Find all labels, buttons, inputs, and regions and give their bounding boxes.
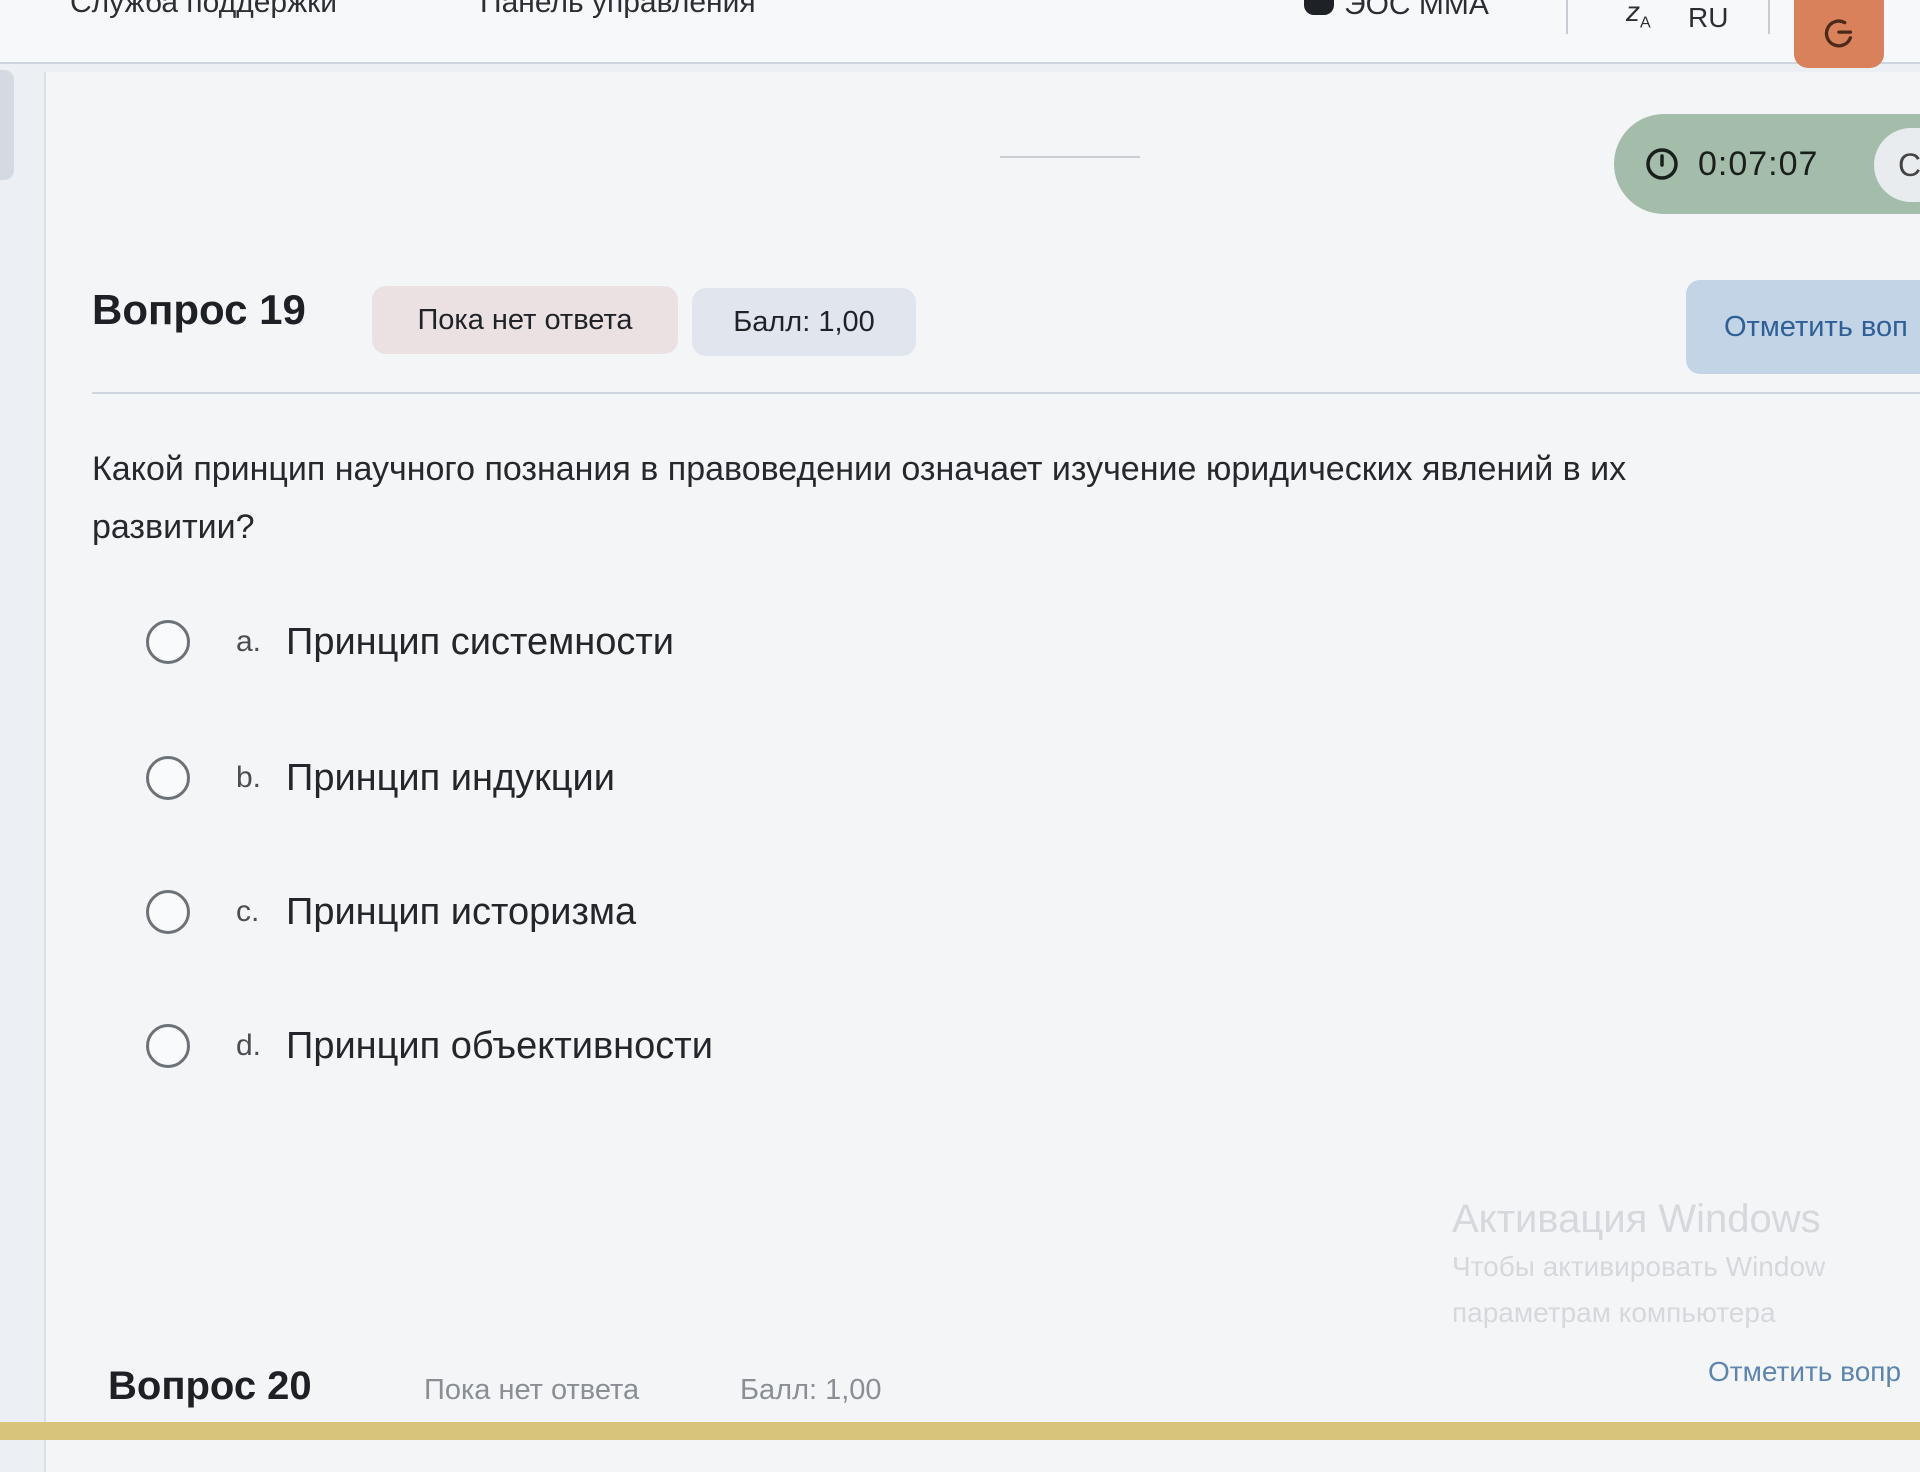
answer-text: Принцип индукции	[286, 756, 616, 799]
next-status-badge: Пока нет ответа	[424, 1374, 640, 1406]
answer-letter: d.	[236, 1029, 262, 1062]
navbar-separator	[1768, 0, 1770, 34]
windows-activation-watermark: Активация Windows Чтобы активировать Win…	[1452, 1194, 1825, 1336]
radio-button[interactable]	[146, 756, 190, 800]
question-text: Какой принцип научного познания в правов…	[92, 440, 1920, 556]
answer-text: Принцип системности	[286, 620, 674, 663]
status-badge: Пока нет ответа	[372, 286, 678, 354]
next-grade-badge: Балл: 1,00	[740, 1374, 882, 1406]
timer-value: 0:07:07	[1698, 144, 1819, 183]
grade-badge: Балл: 1,00	[692, 288, 916, 356]
radio-button[interactable]	[146, 1024, 190, 1068]
watermark-title: Активация Windows	[1452, 1197, 1821, 1241]
watermark-line: параметрам компьютера	[1452, 1297, 1776, 1328]
question-number: Вопрос 19	[92, 286, 306, 333]
theme-toggle-button[interactable]	[1794, 0, 1884, 68]
radio-button[interactable]	[146, 890, 190, 934]
watermark-line: Чтобы активировать Window	[1452, 1251, 1826, 1282]
answer-letter: a.	[236, 625, 262, 658]
answer-option-b[interactable]: b. Принцип индукции	[146, 748, 615, 808]
eos-link[interactable]: ЭОС ММА	[1304, 0, 1489, 22]
dashboard-link[interactable]: Панель управления	[480, 0, 756, 20]
radio-button[interactable]	[146, 620, 190, 664]
answer-option-d[interactable]: d. Принцип объективности	[146, 1016, 713, 1076]
navbar-separator	[1566, 0, 1568, 34]
answer-text: Принцип историзма	[286, 890, 637, 933]
next-question-number: Вопрос 20	[108, 1364, 312, 1408]
question-text-line: Какой принцип научного познания в правов…	[92, 450, 1627, 488]
question-text-line: развитии?	[92, 508, 255, 546]
header-divider	[1000, 156, 1140, 158]
translate-icon[interactable]: zA	[1626, 0, 1651, 33]
eos-label: ЭОС ММА	[1344, 0, 1489, 21]
language-selector[interactable]: RU	[1688, 2, 1728, 34]
answer-text: Принцип объективности	[286, 1024, 713, 1067]
graduation-cap-icon	[1304, 0, 1334, 15]
clock-icon	[1646, 148, 1678, 180]
answer-option-c[interactable]: c. Принцип историзма	[146, 882, 636, 942]
answer-letter: b.	[236, 761, 262, 794]
drawer-toggle[interactable]	[0, 70, 14, 180]
moon-icon	[1824, 19, 1853, 48]
next-flag-question-button[interactable]: Отметить вопр	[1708, 1356, 1901, 1388]
bottom-edge	[0, 1422, 1920, 1440]
answer-option-a[interactable]: a. Принцип системности	[146, 612, 674, 672]
flag-question-button[interactable]: Отметить воп	[1686, 280, 1920, 374]
question-divider	[92, 392, 1920, 394]
top-navbar: Служба поддержки Панель управления ЭОС М…	[0, 0, 1920, 68]
answer-letter: c.	[236, 895, 260, 928]
support-link[interactable]: Служба поддержки	[70, 0, 337, 20]
